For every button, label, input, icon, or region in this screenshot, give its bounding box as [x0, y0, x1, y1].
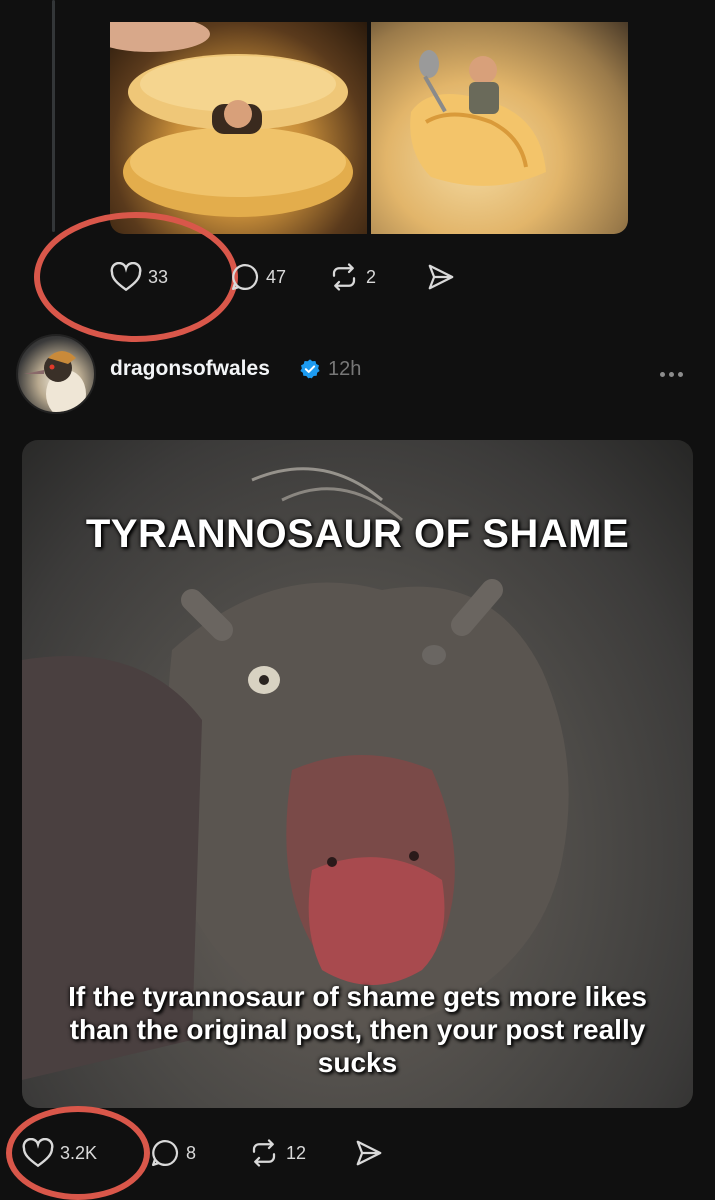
repost-icon [332, 263, 356, 291]
comment-icon [232, 263, 259, 290]
post1-image-ravioli[interactable] [110, 22, 367, 234]
ravioli-illustration [110, 22, 353, 217]
meme-caption: If the tyrannosaur of shame gets more li… [68, 981, 647, 1079]
avatar[interactable] [16, 334, 96, 414]
bird-avatar-illustration [24, 351, 86, 412]
post1-repost-count: 2 [366, 266, 377, 287]
post1-media-carousel[interactable] [110, 22, 628, 234]
post1-action-bar: 33 47 2 [110, 262, 510, 292]
meme-title: TYRANNOSAUR OF SHAME [85, 512, 630, 556]
post2-share-button[interactable] [354, 1138, 384, 1168]
comment-icon [152, 1139, 179, 1166]
post1-like-count: 33 [148, 266, 169, 287]
send-icon [428, 264, 454, 290]
post2-repost-button[interactable]: 12 [248, 1138, 306, 1168]
post1-image-pasta-shell[interactable] [371, 22, 628, 234]
post2-reply-count: 8 [186, 1142, 197, 1163]
more-options-icon[interactable] [660, 372, 683, 377]
verified-badge-icon [300, 359, 320, 379]
post2-like-button[interactable]: 3.2K [22, 1138, 97, 1168]
repost-icon [252, 1139, 276, 1167]
post2-action-bar: 3.2K 8 12 [22, 1138, 422, 1168]
post1-like-button[interactable]: 33 [110, 262, 168, 292]
pasta-shell-illustration [410, 50, 546, 186]
post2-repost-count: 12 [286, 1142, 307, 1163]
send-icon [356, 1140, 382, 1166]
author-username[interactable]: dragonsofwales [110, 357, 270, 381]
heart-icon [110, 262, 142, 292]
heart-icon [22, 1138, 54, 1168]
post1-reply-count: 47 [266, 266, 287, 287]
post1-reply-button[interactable]: 47 [230, 262, 286, 292]
post1-repost-button[interactable]: 2 [328, 262, 376, 292]
post1-share-button[interactable] [426, 262, 456, 292]
post-timestamp: 12h [328, 358, 362, 380]
post2-like-count: 3.2K [60, 1142, 98, 1163]
post2-image[interactable]: TYRANNOSAUR OF SHAME If the tyrannosaur … [22, 440, 693, 1108]
thread-line [52, 0, 55, 232]
post2-reply-button[interactable]: 8 [150, 1138, 196, 1168]
